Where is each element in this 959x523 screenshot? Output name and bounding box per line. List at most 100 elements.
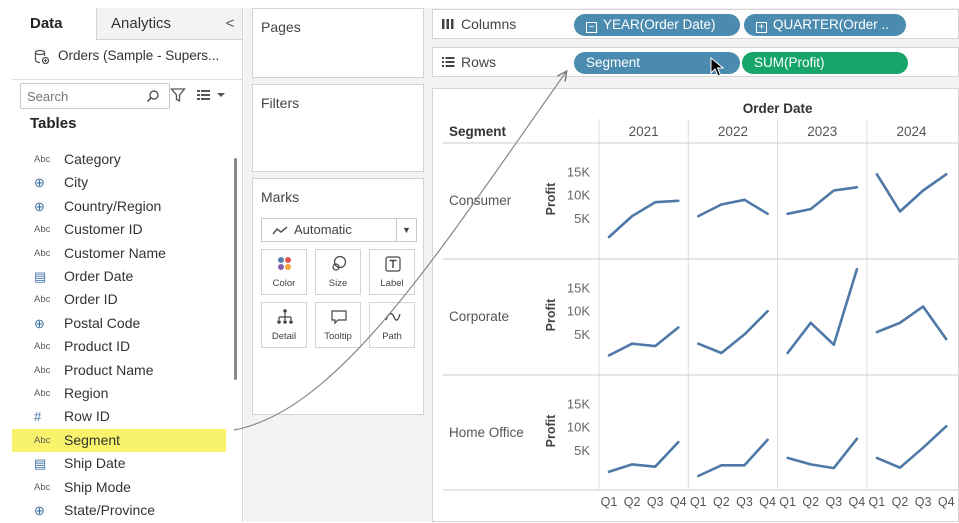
field-category[interactable]: Abc Category	[12, 148, 226, 171]
pill-text: Segment	[586, 55, 641, 70]
quarter-label: Q2	[624, 495, 641, 509]
string-type: Abc	[34, 224, 51, 236]
path-icon	[385, 312, 401, 321]
quarter-label: Q3	[825, 495, 842, 509]
path-label: Path	[382, 331, 402, 342]
y-tick-label: 10K	[567, 420, 590, 435]
field-name: State/Province	[64, 502, 156, 518]
field-customer-id[interactable]: Abc Customer ID	[12, 218, 226, 241]
pages-title: Pages	[261, 19, 301, 35]
profit-line-corporate-2021	[607, 326, 680, 357]
number-type: #	[34, 409, 42, 425]
tooltip-button[interactable]: Tooltip	[315, 302, 361, 348]
line-chart-view[interactable]: Order Date Segment 2021 2022 2023 2024 Consume…	[432, 88, 959, 522]
scrollbar[interactable]	[234, 158, 237, 380]
field-order-id[interactable]: Abc Order ID	[12, 288, 226, 311]
field-name: Category	[64, 151, 121, 167]
year-header: 2023	[807, 124, 837, 139]
year-header: 2024	[897, 124, 928, 139]
tab-data[interactable]: Data	[12, 8, 97, 40]
pill-text: QUARTER(Order ..	[773, 17, 890, 32]
pane-tabs: Data Analytics <	[12, 8, 242, 40]
field-city[interactable]: ⊕ City	[12, 171, 226, 194]
mark-type-dropdown[interactable]: Automatic ▼	[261, 218, 417, 242]
y-tick-label: 15K	[567, 280, 590, 295]
field-country-region[interactable]: ⊕ Country/Region	[12, 195, 226, 218]
tab-analytics[interactable]: Analytics	[97, 8, 217, 40]
field-name: Customer ID	[64, 221, 143, 238]
collapse-icon[interactable]: −	[586, 22, 597, 33]
detail-button[interactable]: Detail	[261, 302, 307, 348]
datasource-name: Orders (Sample - Supers...	[58, 48, 220, 63]
segment-label: Corporate	[449, 309, 509, 324]
marks-title: Marks	[261, 189, 300, 205]
field-ship-mode[interactable]: Abc Ship Mode	[12, 476, 226, 499]
profit-line-consumer-2021	[607, 199, 680, 239]
quarter-label: Q3	[736, 495, 753, 509]
quarter-label: Q2	[892, 495, 909, 509]
color-button[interactable]: Color	[261, 249, 307, 295]
profit-axis-title: Profit	[544, 414, 558, 447]
string-type: Abc	[34, 294, 51, 306]
field-product-name[interactable]: Abc Product Name	[12, 359, 226, 382]
field-name: Customer Name	[64, 244, 166, 261]
filters-card[interactable]: Filters	[252, 84, 424, 172]
field-product-id[interactable]: Abc Product ID	[12, 335, 226, 358]
field-region[interactable]: Abc Region	[12, 382, 226, 405]
rows-icon	[442, 57, 455, 67]
sum-profit-pill[interactable]: SUM(Profit)	[742, 52, 908, 74]
field-customer-name[interactable]: Abc Customer Name	[12, 242, 226, 265]
pages-card[interactable]: Pages	[252, 8, 424, 78]
datasource-item[interactable]: Orders (Sample - Supers...	[12, 40, 242, 80]
line-mark-icon	[272, 226, 288, 235]
field-segment[interactable]: Abc Segment	[12, 428, 226, 452]
field-name: Product Name	[64, 361, 154, 378]
profit-axis-title: Profit	[544, 298, 558, 331]
expand-icon[interactable]: +	[756, 22, 767, 33]
y-tick-label: 5K	[574, 443, 590, 458]
field-ship-date[interactable]: ▤ Ship Date	[12, 452, 226, 475]
column-header-title: Order Date	[743, 101, 813, 116]
path-button[interactable]: Path	[369, 302, 415, 348]
filters-title: Filters	[261, 95, 300, 111]
field-name: Region	[64, 385, 109, 401]
field-name: Product ID	[64, 338, 131, 355]
quarter-label: Q4	[938, 495, 955, 509]
field-name: Row ID	[64, 408, 110, 425]
profit-line-home-office-2021	[607, 440, 680, 474]
string-type: Abc	[34, 481, 51, 493]
filter-icon[interactable]	[170, 87, 186, 103]
detail-label: Detail	[271, 331, 297, 342]
profit-line-corporate-2022	[696, 309, 769, 355]
label-button[interactable]: Label	[369, 249, 415, 295]
field-row-id[interactable]: # Row ID	[12, 405, 226, 428]
segment-label: Consumer	[449, 193, 512, 208]
segment-label: Home Office	[449, 425, 524, 440]
search-icon[interactable]	[146, 89, 160, 103]
field-postal-code[interactable]: ⊕ Postal Code	[12, 312, 226, 335]
rows-shelf[interactable]: Rows Segment SUM(Profit)	[432, 47, 959, 77]
string-type: Abc	[34, 434, 51, 446]
field-order-date[interactable]: ▤ Order Date	[12, 265, 226, 288]
profit-line-consumer-2022	[696, 198, 769, 218]
year-order-date-pill[interactable]: − YEAR(Order Date)	[574, 14, 740, 36]
collapse-pane-icon[interactable]: <	[217, 8, 242, 40]
y-tick-label: 10K	[567, 188, 590, 203]
chart-svg: Order Date Segment 2021 2022 2023 2024 Consume…	[443, 101, 959, 509]
string-type: Abc	[34, 154, 51, 165]
view-options-icon[interactable]	[196, 88, 226, 102]
profit-line-corporate-2023	[786, 268, 859, 355]
y-tick-label: 5K	[574, 327, 590, 342]
quarter-label: Q1	[601, 495, 618, 509]
columns-shelf[interactable]: Columns − YEAR(Order Date) + QUARTER(Order…	[432, 9, 959, 39]
field-name: Order ID	[64, 291, 118, 308]
string-type: Abc	[34, 364, 51, 376]
rows-label-text: Rows	[461, 54, 497, 70]
size-button[interactable]: Size	[315, 249, 361, 295]
y-tick-label: 10K	[567, 304, 590, 319]
pill-text: SUM(Profit)	[754, 55, 825, 70]
quarter-order-date-pill[interactable]: + QUARTER(Order ..	[744, 14, 906, 36]
field-state-province[interactable]: ⊕ State/Province	[12, 499, 226, 522]
geo-globe-icon: ⊕	[34, 198, 45, 214]
columns-label-text: Columns	[461, 16, 517, 32]
